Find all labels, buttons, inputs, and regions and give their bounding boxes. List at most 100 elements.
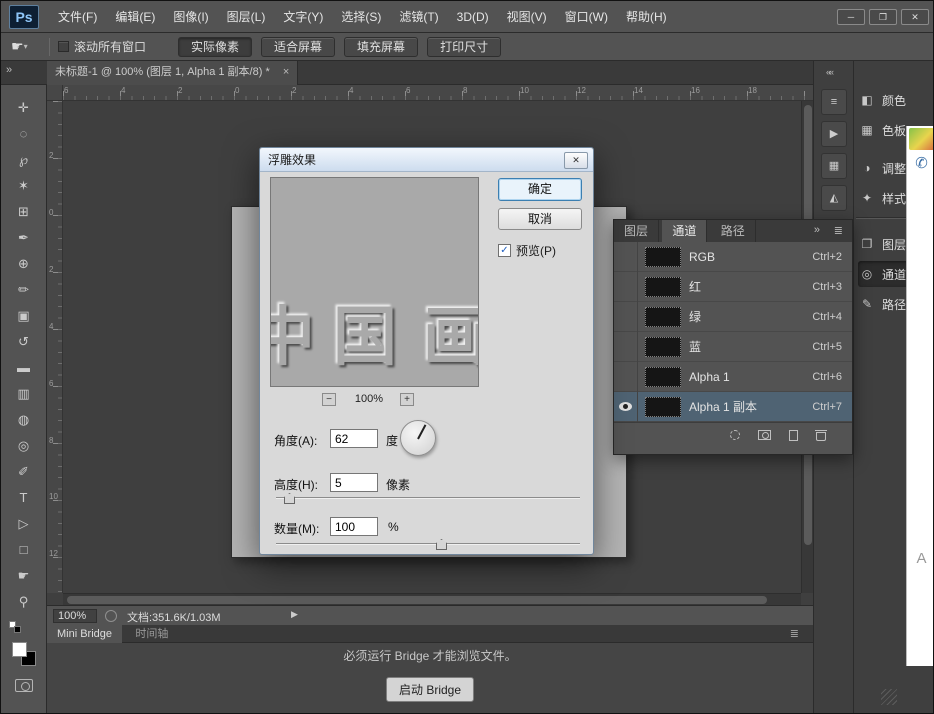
- menu-type[interactable]: 文字(Y): [274, 1, 332, 33]
- preview-checkbox[interactable]: ✓: [498, 244, 511, 257]
- height-input[interactable]: [330, 473, 378, 492]
- preview-option[interactable]: ✓ 预览(P): [498, 242, 556, 259]
- fit-screen-button[interactable]: 适合屏幕: [261, 37, 335, 57]
- zoom-in-button[interactable]: +: [400, 393, 414, 406]
- lasso-tool[interactable]: ℘: [11, 147, 37, 173]
- healing-brush-tool[interactable]: ⊕: [11, 251, 37, 277]
- tab-mini-bridge[interactable]: Mini Bridge: [47, 625, 122, 643]
- marquee-tool[interactable]: ◌: [11, 121, 37, 147]
- tab-layers[interactable]: 图层: [614, 220, 659, 242]
- slider-handle[interactable]: [284, 493, 295, 504]
- actions-panel-icon[interactable]: ▶: [821, 121, 847, 147]
- tab-close-icon[interactable]: ×: [283, 66, 289, 78]
- tab-timeline[interactable]: 时间轴: [125, 625, 178, 643]
- thumbnail-image[interactable]: [909, 128, 934, 150]
- menu-file[interactable]: 文件(F): [49, 1, 106, 33]
- eyedropper-tool[interactable]: ✒: [11, 225, 37, 251]
- close-button[interactable]: ✕: [901, 9, 929, 25]
- zoom-tool[interactable]: ⚲: [11, 589, 37, 615]
- zoom-out-button[interactable]: −: [322, 393, 336, 406]
- zoom-level-field[interactable]: 100%: [53, 609, 97, 623]
- dock-collapse-icon[interactable]: ««: [826, 67, 832, 77]
- scroll-all-windows-checkbox[interactable]: [58, 41, 69, 52]
- save-selection-button[interactable]: [758, 430, 771, 440]
- amount-input[interactable]: [330, 517, 378, 536]
- menu-layer[interactable]: 图层(L): [218, 1, 275, 33]
- status-icon[interactable]: [105, 610, 117, 622]
- type-tool[interactable]: T: [11, 485, 37, 511]
- document-tab[interactable]: 未标题-1 @ 100% (图层 1, Alpha 1 副本/8) * ×: [47, 61, 298, 85]
- brush-tool[interactable]: ✏: [11, 277, 37, 303]
- foreground-color-swatch[interactable]: [12, 642, 27, 657]
- path-selection-tool[interactable]: ▷: [11, 511, 37, 537]
- cancel-button[interactable]: 取消: [498, 208, 582, 230]
- gradient-tool[interactable]: ▥: [11, 381, 37, 407]
- slider-handle[interactable]: [436, 539, 447, 550]
- channel-row-rgb[interactable]: RGB Ctrl+2: [614, 242, 852, 272]
- quick-selection-tool[interactable]: ✶: [11, 173, 37, 199]
- rectangle-tool[interactable]: □: [11, 537, 37, 563]
- launch-bridge-button[interactable]: 启动 Bridge: [386, 677, 474, 702]
- blur-tool[interactable]: ◍: [11, 407, 37, 433]
- panel-menu-icon[interactable]: ≣: [790, 627, 799, 640]
- menu-window[interactable]: 窗口(W): [556, 1, 617, 33]
- pen-tool[interactable]: ✐: [11, 459, 37, 485]
- menu-image[interactable]: 图像(I): [164, 1, 217, 33]
- visibility-toggle[interactable]: [614, 302, 638, 332]
- histogram-panel-icon[interactable]: ▦: [821, 153, 847, 179]
- channel-row-green[interactable]: 绿 Ctrl+4: [614, 302, 852, 332]
- visibility-toggle[interactable]: [614, 242, 638, 272]
- history-panel-icon[interactable]: ≡: [821, 89, 847, 115]
- tab-paths[interactable]: 路径: [711, 220, 756, 242]
- actual-pixels-button[interactable]: 实际像素: [178, 37, 252, 57]
- channel-row-alpha1-copy[interactable]: Alpha 1 副本 Ctrl+7: [614, 392, 852, 422]
- filter-preview-box[interactable]: 中 国 画: [270, 177, 479, 387]
- angle-input[interactable]: [330, 429, 378, 448]
- new-channel-button[interactable]: [789, 430, 798, 441]
- amount-slider[interactable]: [276, 538, 580, 550]
- hand-tool-preset-icon[interactable]: ☛▾: [11, 38, 41, 55]
- panel-collapse-icon[interactable]: »: [814, 224, 820, 236]
- maximize-button[interactable]: ❐: [869, 9, 897, 25]
- menu-3d[interactable]: 3D(D): [448, 1, 498, 33]
- menu-select[interactable]: 选择(S): [332, 1, 390, 33]
- menu-filter[interactable]: 滤镜(T): [390, 1, 447, 33]
- crop-tool[interactable]: ⊞: [11, 199, 37, 225]
- minimize-button[interactable]: ─: [837, 9, 865, 25]
- dialog-close-button[interactable]: ✕: [564, 152, 588, 169]
- resize-grip[interactable]: [881, 689, 897, 705]
- channel-row-alpha1[interactable]: Alpha 1 Ctrl+6: [614, 362, 852, 392]
- print-size-button[interactable]: 打印尺寸: [427, 37, 501, 57]
- height-slider[interactable]: [276, 492, 580, 504]
- toolbar-expand-icon[interactable]: »: [6, 64, 12, 76]
- status-options-arrow-icon[interactable]: ▶: [291, 609, 298, 620]
- clone-stamp-tool[interactable]: ▣: [11, 303, 37, 329]
- fill-screen-button[interactable]: 填充屏幕: [344, 37, 418, 57]
- navigator-panel-icon[interactable]: ◭: [821, 185, 847, 211]
- hand-tool[interactable]: ☛: [11, 563, 37, 589]
- ok-button[interactable]: 确定: [498, 178, 582, 201]
- menu-view[interactable]: 视图(V): [498, 1, 556, 33]
- visibility-toggle[interactable]: [614, 362, 638, 392]
- default-colors-icon[interactable]: [9, 621, 21, 633]
- phone-icon[interactable]: ✆: [907, 154, 934, 172]
- load-selection-button[interactable]: [730, 430, 740, 440]
- dodge-tool[interactable]: ◎: [11, 433, 37, 459]
- horizontal-scrollbar-thumb[interactable]: [67, 596, 767, 604]
- angle-dial[interactable]: [400, 420, 436, 456]
- tab-channels[interactable]: 通道: [662, 220, 707, 242]
- scroll-all-windows-option[interactable]: 滚动所有窗口: [58, 38, 146, 55]
- move-tool[interactable]: ✛: [11, 95, 37, 121]
- visibility-toggle[interactable]: [614, 392, 638, 422]
- foreground-background-swatches[interactable]: [11, 641, 37, 667]
- history-brush-tool[interactable]: ↺: [11, 329, 37, 355]
- menu-help[interactable]: 帮助(H): [617, 1, 676, 33]
- visibility-toggle[interactable]: [614, 272, 638, 302]
- horizontal-scrollbar[interactable]: [63, 593, 801, 605]
- channel-row-red[interactable]: 红 Ctrl+3: [614, 272, 852, 302]
- color-panel-button[interactable]: ◧ 颜色: [858, 87, 932, 113]
- panel-menu-icon[interactable]: ≣: [834, 224, 843, 237]
- channel-row-blue[interactable]: 蓝 Ctrl+5: [614, 332, 852, 362]
- eraser-tool[interactable]: ▬: [11, 355, 37, 381]
- dialog-title[interactable]: 浮雕效果: [260, 148, 593, 172]
